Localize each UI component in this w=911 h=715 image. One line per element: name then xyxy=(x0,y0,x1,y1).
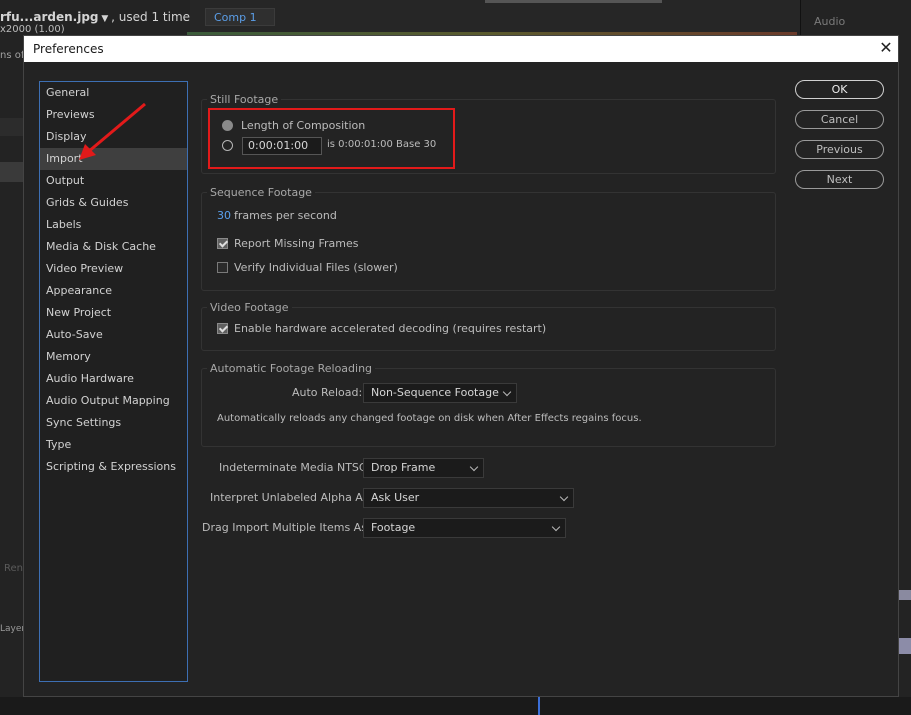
report-missing-frames-checkbox[interactable] xyxy=(217,238,228,249)
hw-decoding-checkbox[interactable] xyxy=(217,323,228,334)
comp-tab[interactable]: Comp 1 xyxy=(205,8,275,26)
auto-reload-title: Automatic Footage Reloading xyxy=(207,362,376,375)
category-sync-settings[interactable]: Sync Settings xyxy=(40,412,187,434)
auto-reload-label: Auto Reload: xyxy=(292,386,363,399)
verify-files-checkbox[interactable] xyxy=(217,262,228,273)
auto-reload-section xyxy=(201,368,776,447)
chevron-down-icon xyxy=(502,387,512,397)
preferences-dialog: Preferences ✕ General Previews Display I… xyxy=(23,35,899,697)
layer-label: Layer xyxy=(0,624,26,634)
highlight-annotation xyxy=(208,108,455,169)
chevron-down-icon xyxy=(551,522,561,532)
category-scripting-expressions[interactable]: Scripting & Expressions xyxy=(40,456,187,478)
chevron-down-icon xyxy=(469,462,479,472)
fps-value[interactable]: 30 xyxy=(217,209,231,222)
fps-label: frames per second xyxy=(234,209,337,222)
category-media-disk-cache[interactable]: Media & Disk Cache xyxy=(40,236,187,258)
background-item-info2: ns of xyxy=(0,50,25,61)
auto-reload-dropdown[interactable]: Non-Sequence Footage xyxy=(363,383,517,403)
alpha-label: Interpret Unlabeled Alpha As: xyxy=(210,491,373,504)
category-grids-guides[interactable]: Grids & Guides xyxy=(40,192,187,214)
category-video-preview[interactable]: Video Preview xyxy=(40,258,187,280)
category-new-project[interactable]: New Project xyxy=(40,302,187,324)
time-indicator xyxy=(538,697,540,715)
category-labels[interactable]: Labels xyxy=(40,214,187,236)
ntsc-label: Indeterminate Media NTSC: xyxy=(219,461,371,474)
previous-button[interactable]: Previous xyxy=(795,140,884,159)
drag-import-label: Drag Import Multiple Items As: xyxy=(202,521,371,534)
arrow-annotation-icon xyxy=(79,102,146,160)
hw-decoding-label: Enable hardware accelerated decoding (re… xyxy=(234,322,547,335)
background-timeline xyxy=(0,697,911,715)
category-output[interactable]: Output xyxy=(40,170,187,192)
category-list: General Previews Display Import Output G… xyxy=(39,81,188,682)
background-bar xyxy=(485,0,662,3)
category-audio-hardware[interactable]: Audio Hardware xyxy=(40,368,187,390)
alpha-dropdown[interactable]: Ask User xyxy=(363,488,574,508)
auto-reload-description: Automatically reloads any changed footag… xyxy=(217,413,642,424)
render-label: Ren xyxy=(4,563,23,574)
report-missing-frames-label: Report Missing Frames xyxy=(234,237,359,250)
background-block xyxy=(0,162,24,182)
drag-import-dropdown[interactable]: Footage xyxy=(363,518,566,538)
dialog-titlebar: Preferences ✕ xyxy=(24,36,898,62)
category-appearance[interactable]: Appearance xyxy=(40,280,187,302)
cancel-button[interactable]: Cancel xyxy=(795,110,884,129)
dialog-title: Preferences xyxy=(33,42,104,56)
background-block xyxy=(897,590,911,600)
ntsc-dropdown[interactable]: Drop Frame xyxy=(363,458,484,478)
background-item-title: rfu...arden.jpg ▼ , used 1 time xyxy=(0,10,191,24)
next-button[interactable]: Next xyxy=(795,170,884,189)
category-auto-save[interactable]: Auto-Save xyxy=(40,324,187,346)
still-footage-title: Still Footage xyxy=(207,93,282,106)
background-block xyxy=(0,118,24,136)
ok-button[interactable]: OK xyxy=(795,80,884,99)
dropdown-arrow-icon: ▼ xyxy=(98,14,112,24)
background-item-info: x2000 (1.00) xyxy=(0,24,65,35)
close-icon[interactable]: ✕ xyxy=(876,38,896,58)
category-type[interactable]: Type xyxy=(40,434,187,456)
chevron-down-icon xyxy=(559,492,569,502)
category-memory[interactable]: Memory xyxy=(40,346,187,368)
audio-panel-label: Audio xyxy=(814,15,846,28)
sequence-footage-title: Sequence Footage xyxy=(207,186,315,199)
verify-files-label: Verify Individual Files (slower) xyxy=(234,261,398,274)
background-block xyxy=(897,638,911,654)
video-footage-title: Video Footage xyxy=(207,301,292,314)
category-audio-output-mapping[interactable]: Audio Output Mapping xyxy=(40,390,187,412)
